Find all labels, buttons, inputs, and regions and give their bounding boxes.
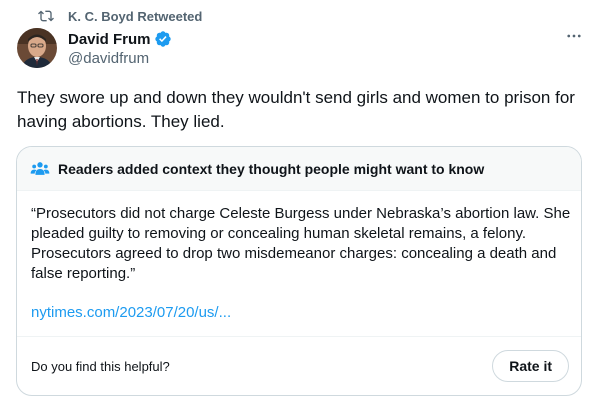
- community-note-source-link[interactable]: nytimes.com/2023/07/20/us/...: [31, 303, 231, 323]
- author-info: David Frum @davidfrum: [68, 29, 172, 69]
- retweet-context[interactable]: K. C. Boyd Retweeted: [38, 8, 202, 24]
- community-note-header: Readers added context they thought peopl…: [17, 147, 581, 191]
- handle[interactable]: @davidfrum: [68, 49, 172, 69]
- more-options-icon: [565, 27, 583, 50]
- community-note-title: Readers added context they thought peopl…: [58, 160, 485, 177]
- community-note-footer: Do you find this helpful? Rate it: [17, 337, 581, 395]
- people-icon: [30, 159, 50, 179]
- retweet-label: K. C. Boyd Retweeted: [68, 8, 203, 24]
- tweet[interactable]: K. C. Boyd Retweeted David Frum @davidfr…: [0, 0, 598, 403]
- community-note: Readers added context they thought peopl…: [16, 146, 582, 396]
- avatar[interactable]: [17, 28, 57, 68]
- community-note-body: “Prosecutors did not charge Celeste Burg…: [31, 205, 571, 282]
- verified-badge-icon[interactable]: [154, 30, 172, 48]
- retweet-icon: [38, 8, 54, 24]
- rate-it-button[interactable]: Rate it: [492, 350, 569, 382]
- more-options-button[interactable]: [564, 28, 584, 48]
- tweet-text: They swore up and down they wouldn't sen…: [17, 88, 575, 131]
- helpful-question: Do you find this helpful?: [31, 358, 170, 374]
- display-name[interactable]: David Frum: [68, 31, 151, 48]
